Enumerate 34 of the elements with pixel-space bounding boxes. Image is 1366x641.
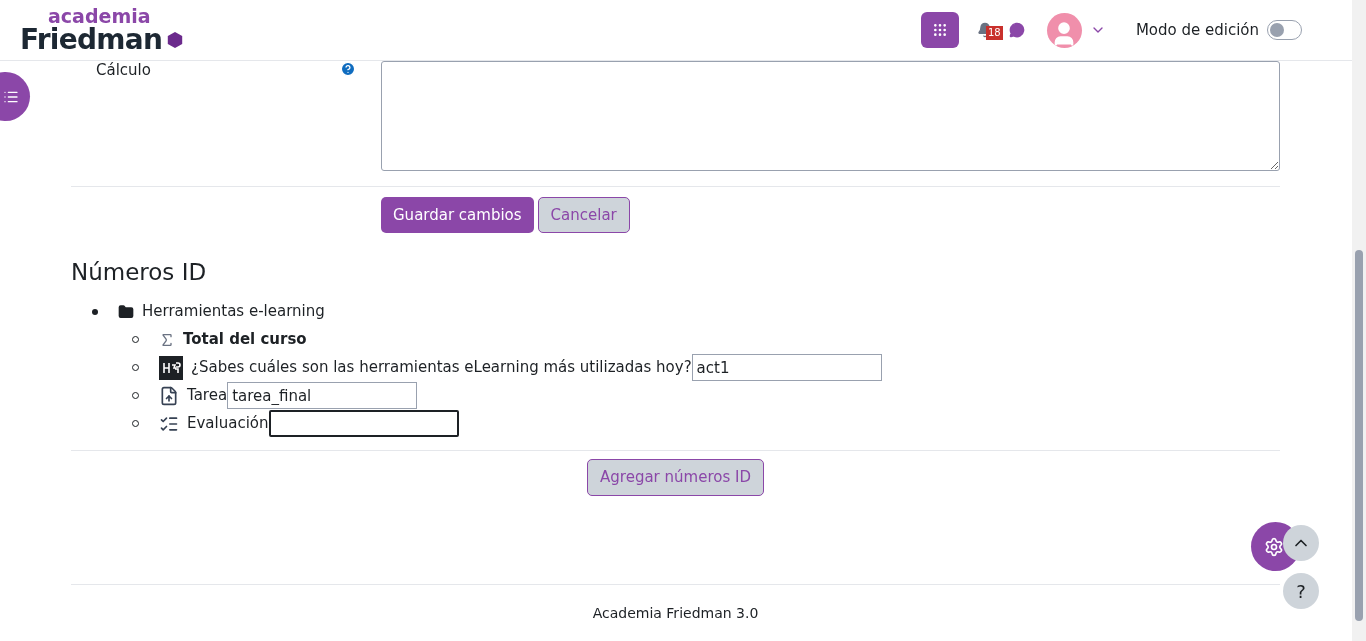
notification-badge: 18: [985, 26, 1003, 40]
h5p-icon: [159, 355, 183, 380]
item-label: Evaluación: [187, 413, 269, 435]
back-to-top-button[interactable]: [1283, 525, 1319, 561]
edit-mode-switch[interactable]: [1267, 20, 1302, 40]
section-heading: Números ID: [71, 258, 208, 287]
notifications-button[interactable]: 18: [976, 18, 1001, 42]
item-label: Herramientas e-learning: [142, 301, 325, 323]
apps-button[interactable]: [920, 12, 959, 48]
item-label: Tarea: [187, 385, 228, 407]
save-button[interactable]: Guardar cambios: [381, 197, 534, 233]
scrollbar[interactable]: [1352, 0, 1366, 641]
item-label: ¿Sabes cuáles son las herramientas eLearning más utilizadas hoy?: [191, 357, 692, 379]
field-label: Cálculo: [96, 61, 151, 79]
sigma-icon: [159, 331, 175, 348]
hexagon-icon: [166, 30, 185, 49]
text-area[interactable]: [381, 61, 1280, 171]
edit-mode-label: Modo de edición: [1135, 19, 1259, 41]
chat-icon[interactable]: [1008, 22, 1025, 38]
id-number-input[interactable]: act1: [691, 354, 882, 381]
help-button[interactable]: ?: [1283, 573, 1319, 609]
help-icon[interactable]: [340, 61, 356, 77]
gear-icon: [1264, 536, 1284, 557]
id-number-input[interactable]: tarea_final: [227, 382, 418, 409]
file-upload-icon: [159, 385, 179, 406]
logo[interactable]: academia Friedman: [20, 6, 185, 54]
folder-icon: [118, 303, 134, 320]
bullet-icon: [92, 308, 98, 315]
footer-text: Academia Friedman 3.0: [592, 603, 759, 623]
item-label: Total del curso: [183, 329, 307, 351]
cancel-button[interactable]: Cancelar: [537, 197, 630, 233]
id-number-input[interactable]: [268, 410, 459, 437]
grid-icon: [931, 22, 948, 38]
add-id-numbers-button[interactable]: Agregar números ID: [587, 458, 764, 496]
